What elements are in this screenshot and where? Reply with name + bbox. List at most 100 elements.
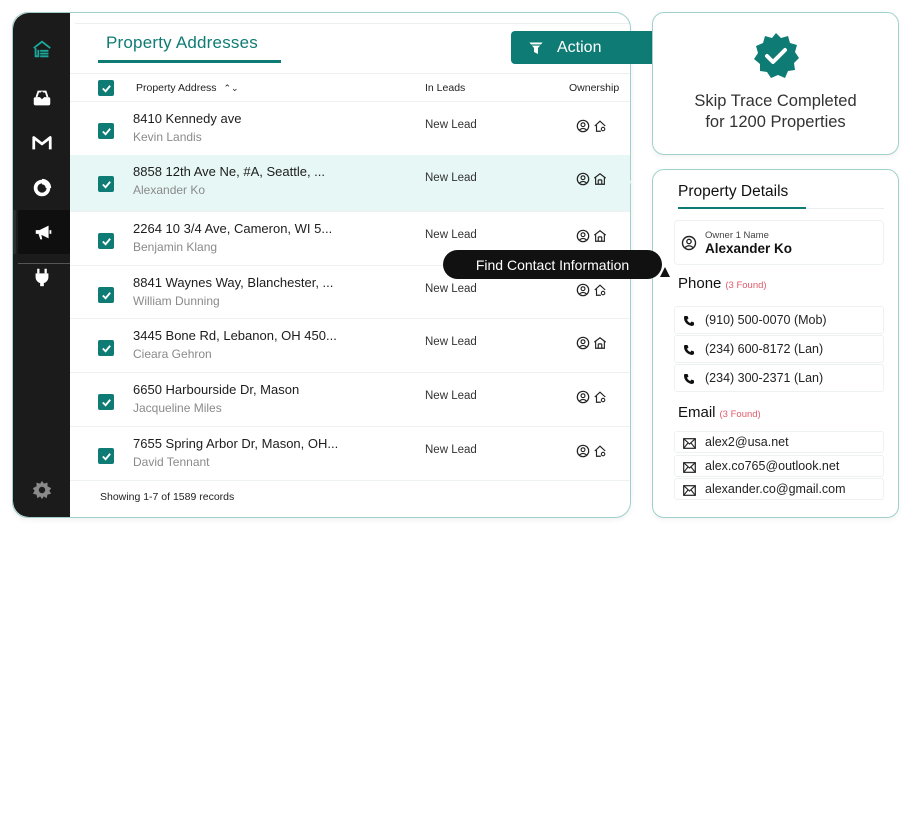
email-item[interactable]: alexander.co@gmail.com: [674, 478, 884, 500]
row-ownership: [576, 444, 607, 458]
envelope-icon: [683, 485, 696, 496]
table-row[interactable]: 3445 Bone Rd, Lebanon, OH 450... Cieara …: [70, 318, 630, 372]
row-lead-status: New Lead: [425, 336, 477, 348]
megaphone-icon[interactable]: [13, 210, 70, 254]
person-circle-icon: [576, 119, 590, 133]
email-count: (3 Found): [719, 409, 761, 420]
table-header: Property Address ⌃⌄ In Leads Ownership: [70, 73, 630, 101]
row-address: 7655 Spring Arbor Dr, Mason, OH...: [133, 436, 339, 451]
row-ownership: [576, 336, 607, 350]
row-owner: Kevin Landis: [133, 130, 202, 144]
phone-number: (910) 500-0070 (Mob): [705, 313, 827, 327]
action-button[interactable]: Action: [511, 31, 653, 64]
gmail-icon[interactable]: [13, 121, 70, 165]
phone-icon: [684, 345, 694, 355]
row-checkbox[interactable]: [98, 340, 114, 356]
person-circle-icon: [681, 235, 697, 251]
verified-badge-icon: [754, 33, 799, 78]
skip-trace-line2: for 1200 Properties: [705, 113, 846, 131]
row-address: 8410 Kennedy ave: [133, 111, 242, 126]
row-address: 3445 Bone Rd, Lebanon, OH 450...: [133, 328, 337, 343]
house-search-icon: [594, 120, 606, 132]
building-icon: [593, 230, 607, 242]
house-search-icon: [594, 284, 606, 296]
person-circle-icon: [576, 172, 590, 186]
phone-item[interactable]: (910) 500-0070 (Mob): [674, 306, 884, 334]
row-lead-status: New Lead: [425, 119, 477, 131]
house-search-icon: [594, 445, 606, 457]
plug-icon[interactable]: [13, 255, 70, 299]
row-checkbox[interactable]: [98, 287, 114, 303]
tab-active-underline: [98, 60, 281, 63]
gear-icon[interactable]: [13, 468, 70, 512]
filter-funnel-icon: [529, 41, 543, 54]
email-address: alex2@usa.net: [705, 435, 789, 449]
title-underline: [678, 207, 806, 209]
email-address: alexander.co@gmail.com: [705, 482, 846, 496]
table-row-selected[interactable]: 8858 12th Ave Ne, #A, Seattle, ... Alexa…: [70, 155, 630, 211]
action-button-label: Action: [557, 38, 602, 56]
phone-count: (3 Found): [725, 280, 767, 291]
row-owner: Alexander Ko: [133, 183, 206, 197]
skip-trace-line1: Skip Trace Completed: [694, 92, 857, 110]
row-owner: Benjamin Klang: [133, 240, 218, 254]
email-item[interactable]: alex2@usa.net: [674, 431, 884, 453]
select-all-checkbox[interactable]: [98, 80, 114, 96]
row-checkbox[interactable]: [98, 448, 114, 464]
title-divider: [806, 208, 884, 209]
tab-property-addresses[interactable]: Property Addresses: [106, 33, 258, 53]
row-owner: Cieara Gehron: [133, 347, 212, 361]
chart-ring-icon[interactable]: [13, 166, 70, 210]
email-section-heading: Email (3 Found): [678, 404, 761, 421]
table-row[interactable]: 7655 Spring Arbor Dr, Mason, OH... David…: [70, 426, 630, 480]
header-in-leads: In Leads: [425, 82, 466, 94]
building-icon: [593, 337, 607, 349]
property-details-card: Property Details Owner 1 Name Alexander …: [652, 169, 899, 518]
row-checkbox[interactable]: [98, 123, 114, 139]
selected-row-pointer: [619, 154, 631, 210]
row-ownership: [576, 390, 607, 404]
row-ownership: [576, 172, 607, 186]
row-address: 8841 Waynes Way, Blanchester, ...: [133, 275, 334, 290]
phone-section-heading: Phone (3 Found): [678, 275, 767, 292]
skip-trace-message: Skip Trace Completed for 1200 Properties: [653, 91, 898, 133]
header-ownership: Ownership: [569, 82, 620, 94]
row-lead-status: New Lead: [425, 390, 477, 402]
home-logo-icon[interactable]: [13, 27, 70, 71]
person-circle-icon: [576, 444, 590, 458]
house-search-icon: [594, 391, 606, 403]
row-owner: Jacqueline Miles: [133, 401, 222, 415]
skip-trace-card: Skip Trace Completed for 1200 Properties: [652, 12, 899, 155]
header-property-address[interactable]: Property Address ⌃⌄: [136, 82, 239, 94]
table-row[interactable]: 6650 Harbourside Dr, Mason Jacqueline Mi…: [70, 372, 630, 426]
sort-icon[interactable]: ⌃⌄: [223, 83, 238, 93]
email-address: alex.co765@outlook.net: [705, 459, 840, 473]
phone-item[interactable]: (234) 600-8172 (Lan): [674, 335, 884, 363]
phone-item[interactable]: (234) 300-2371 (Lan): [674, 364, 884, 392]
row-address: 6650 Harbourside Dr, Mason: [133, 382, 300, 397]
row-lead-status: New Lead: [425, 283, 477, 295]
envelope-icon: [683, 438, 696, 449]
header-property-address-label: Property Address: [136, 82, 217, 94]
person-circle-icon: [576, 229, 590, 243]
email-item[interactable]: alex.co765@outlook.net: [674, 455, 884, 477]
table-bottom-divider: [70, 480, 630, 481]
sidebar: [13, 13, 70, 517]
person-circle-icon: [576, 283, 590, 297]
table-row[interactable]: 8410 Kennedy ave Kevin Landis New Lead: [70, 101, 630, 155]
pagination-summary: Showing 1-7 of 1589 records: [100, 491, 235, 503]
row-checkbox[interactable]: [98, 394, 114, 410]
find-contact-information-button[interactable]: Find Contact Information: [443, 250, 662, 279]
phone-icon: [684, 374, 694, 384]
row-address: 2264 10 3/4 Ave, Cameron, WI 5...: [133, 221, 333, 236]
inbox-icon[interactable]: [13, 76, 70, 120]
row-checkbox[interactable]: [98, 176, 114, 192]
phone-label: Phone: [678, 275, 722, 292]
phone-number: (234) 300-2371 (Lan): [705, 371, 824, 385]
owner-name: Alexander Ko: [705, 241, 793, 256]
person-circle-icon: [576, 336, 590, 350]
row-ownership: [576, 283, 607, 297]
row-lead-status: New Lead: [425, 172, 477, 184]
row-address: 8858 12th Ave Ne, #A, Seattle, ...: [133, 164, 326, 179]
row-checkbox[interactable]: [98, 233, 114, 249]
